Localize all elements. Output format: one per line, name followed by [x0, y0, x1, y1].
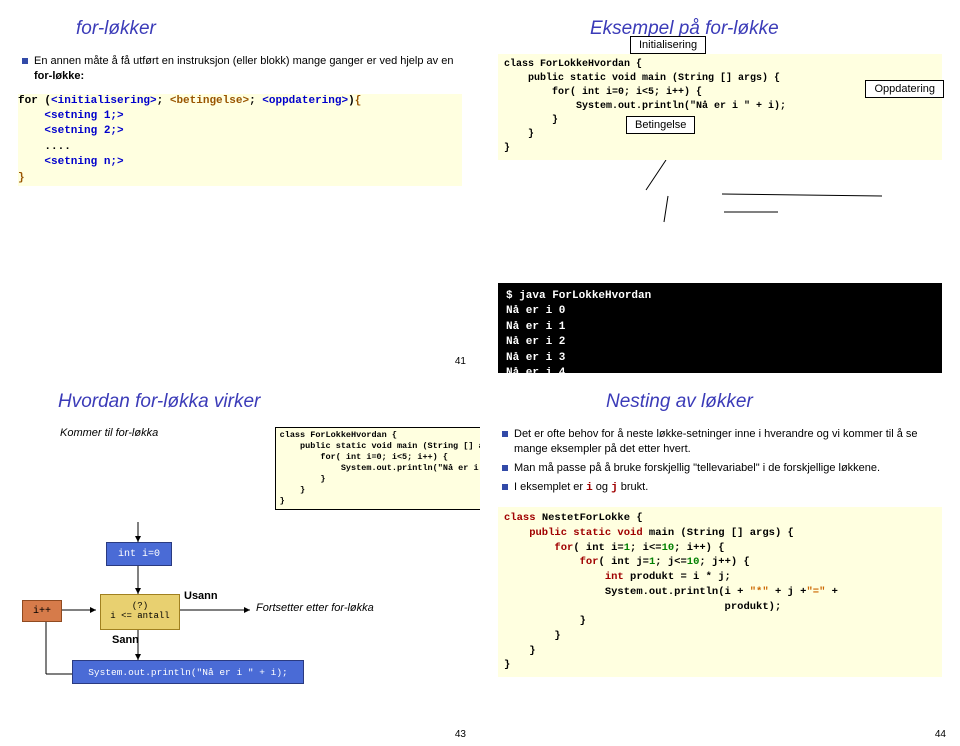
- flow-incr-box: i++: [22, 600, 62, 622]
- bullet-icon: [502, 484, 508, 490]
- slide-hvordan: Hvordan for-løkka virker Kommer til for-…: [0, 373, 480, 746]
- page-number: 41: [455, 356, 466, 367]
- bullet-text: I eksemplet er i og j brukt.: [514, 480, 942, 496]
- annotation-lines: [498, 160, 958, 270]
- slide-for-lokker: for-løkker En annen måte å få utført en …: [0, 0, 480, 373]
- slide4-title: Nesting av løkker: [606, 391, 942, 413]
- flowchart: int i=0 (?) i <= antall i++ System.out.p…: [18, 522, 462, 746]
- bullet-icon: [502, 431, 508, 437]
- label-sann: Sann: [112, 634, 139, 646]
- bullet-text: Man må passe på å bruke forskjellig "tel…: [514, 461, 942, 476]
- bullet-icon: [22, 58, 28, 64]
- mini-code-box: class ForLokkeHvordan { public static vo…: [275, 427, 480, 510]
- bullet: Man må passe på å bruke forskjellig "tel…: [502, 461, 942, 476]
- bullet: Det er ofte behov for å neste løkke-setn…: [502, 427, 942, 457]
- bullet-text: En annen måte å få utført en instruksjon…: [34, 54, 462, 84]
- flow-cond-box: (?) i <= antall: [100, 594, 180, 630]
- slide1-bullets: En annen måte å få utført en instruksjon…: [22, 54, 462, 84]
- slide3-title: Hvordan for-løkka virker: [58, 391, 462, 413]
- slide1-title: for-løkker: [76, 18, 462, 40]
- annot-betingelse: Betingelse: [626, 116, 695, 134]
- annot-oppdatering: Oppdatering: [865, 80, 944, 98]
- terminal-output: $ java ForLokkeHvordan Nå er i 0 Nå er i…: [498, 283, 942, 373]
- code-box: class ForLokkeHvordan { public static vo…: [498, 54, 942, 160]
- bullet-text: Det er ofte behov for å neste løkke-setn…: [514, 427, 942, 457]
- bullet: En annen måte å få utført en instruksjon…: [22, 54, 462, 84]
- slide-eksempel: Eksempel på for-løkke class ForLokkeHvor…: [480, 0, 960, 373]
- flow-arrows: [18, 522, 478, 746]
- bullet: I eksemplet er i og j brukt.: [502, 480, 942, 496]
- syntax-box: for (<initialisering>; <betingelse>; <op…: [18, 94, 462, 186]
- page-number: 44: [935, 729, 946, 740]
- slide-nesting: Nesting av løkker Det er ofte behov for …: [480, 373, 960, 746]
- flow-init-box: int i=0: [106, 542, 172, 566]
- label-usann: Usann: [184, 590, 218, 602]
- page-number: 43: [455, 729, 466, 740]
- slide4-bullets: Det er ofte behov for å neste løkke-setn…: [502, 427, 942, 495]
- bullet-icon: [502, 465, 508, 471]
- flow-print-box: System.out.println("Nå er i " + i);: [72, 660, 304, 684]
- label-exit: Fortsetter etter for-løkka: [256, 602, 374, 614]
- annot-initialisering: Initialisering: [630, 36, 706, 54]
- annotated-code: class ForLokkeHvordan { public static vo…: [498, 54, 942, 273]
- nested-code-box: class NestetForLokke { public static voi…: [498, 507, 942, 677]
- label-enter: Kommer til for-løkka: [60, 427, 267, 439]
